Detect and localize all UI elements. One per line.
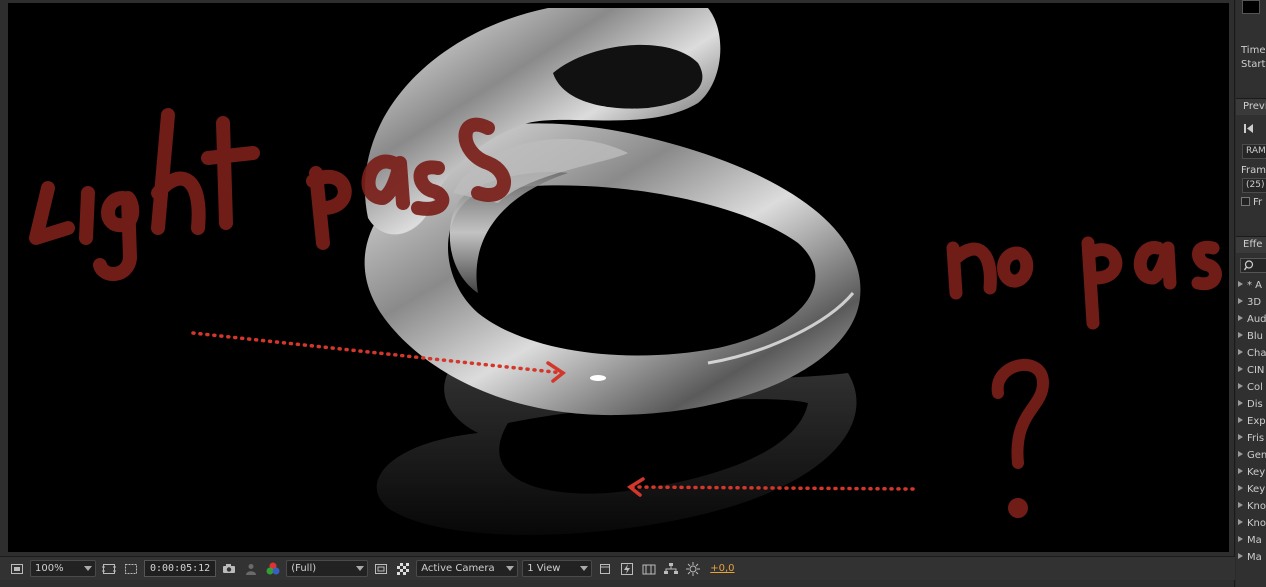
full-screen-option[interactable]: Fr	[1236, 196, 1266, 210]
first-frame-icon	[1244, 123, 1253, 133]
effects-search-field[interactable]	[1240, 258, 1266, 273]
expand-triangle-icon	[1238, 417, 1243, 423]
timeline-toggle-icon[interactable]	[640, 560, 658, 578]
color-swatch	[1242, 0, 1260, 14]
snapshot-camera-icon[interactable]	[220, 560, 238, 578]
expand-triangle-icon	[1238, 315, 1243, 321]
frame-rate-label: Fram	[1241, 165, 1266, 176]
effects-category-item[interactable]: Key	[1236, 464, 1266, 481]
expand-triangle-icon	[1238, 468, 1243, 474]
fast-previews-icon[interactable]	[618, 560, 636, 578]
frame-rate-field[interactable]: (25)	[1242, 178, 1266, 193]
effects-panel-title: Effe	[1236, 237, 1266, 253]
expand-triangle-icon	[1238, 434, 1243, 440]
effects-presets-panel: Effe * A 3D Aud Blu Cha CIN Col Dis Exp …	[1236, 236, 1266, 587]
magnification-dropdown[interactable]: 100%	[30, 560, 96, 577]
camera-view-value: Active Camera	[421, 563, 495, 574]
full-screen-label: Fr	[1253, 197, 1263, 208]
expand-triangle-icon	[1238, 383, 1243, 389]
effects-category-item[interactable]: CIN	[1236, 362, 1266, 379]
annotation-no-pass	[946, 236, 1222, 330]
current-time-display[interactable]: 0:00:05:12	[144, 560, 217, 577]
effects-category-item[interactable]: Dis	[1236, 396, 1266, 413]
info-time-label: Time	[1241, 45, 1266, 56]
first-frame-button[interactable]	[1236, 115, 1266, 141]
effects-category-item[interactable]: Key	[1236, 481, 1266, 498]
expand-triangle-icon	[1238, 366, 1243, 372]
resolution-value: (Full)	[291, 563, 317, 574]
channel-rgb-icon[interactable]	[264, 560, 282, 578]
effects-category-item[interactable]: Cha	[1236, 345, 1266, 362]
camera-view-dropdown[interactable]: Active Camera	[416, 560, 519, 577]
effects-category-item[interactable]: * A	[1236, 277, 1266, 294]
reset-exposure-icon[interactable]	[684, 560, 702, 578]
always-preview-icon[interactable]	[8, 560, 26, 578]
transparency-grid-icon[interactable]	[394, 560, 412, 578]
composition-viewport[interactable]	[8, 3, 1229, 552]
view-layout-dropdown[interactable]: 1 View	[522, 560, 593, 577]
mask-visibility-icon[interactable]	[122, 560, 140, 578]
effects-category-item[interactable]: Gen	[1236, 447, 1266, 464]
effects-category-item[interactable]: Aud	[1236, 311, 1266, 328]
magnification-value: 100%	[35, 563, 64, 574]
full-screen-checkbox[interactable]	[1241, 197, 1250, 206]
effects-category-list: * A 3D Aud Blu Cha CIN Col Dis Exp Fris …	[1236, 277, 1266, 566]
pixel-aspect-icon[interactable]	[596, 560, 614, 578]
expand-triangle-icon	[1238, 536, 1243, 542]
exposure-value[interactable]: +0,0	[710, 563, 734, 574]
expand-triangle-icon	[1238, 485, 1243, 491]
expand-triangle-icon	[1238, 502, 1243, 508]
expand-triangle-icon	[1238, 349, 1243, 355]
render-canvas	[29, 8, 1222, 535]
effects-category-item[interactable]: Ma	[1236, 549, 1266, 566]
effects-category-item[interactable]: Blu	[1236, 328, 1266, 345]
expand-triangle-icon	[1238, 553, 1243, 559]
flowchart-icon[interactable]	[662, 560, 680, 578]
view-layout-value: 1 View	[527, 563, 561, 574]
effects-category-item[interactable]: Ma	[1236, 532, 1266, 549]
expand-triangle-icon	[1238, 332, 1243, 338]
effects-category-item[interactable]: Exp	[1236, 413, 1266, 430]
effects-category-item[interactable]: Kno	[1236, 515, 1266, 532]
viewer-toolbar: 100% 0:00:05:12 (Full) Active Camera 1 V…	[0, 556, 1235, 580]
effects-category-item[interactable]: Col	[1236, 379, 1266, 396]
search-icon	[1244, 260, 1254, 271]
expand-triangle-icon	[1238, 281, 1243, 287]
preview-panel: Previ RAM Fram (25) Fr	[1236, 98, 1266, 232]
expand-triangle-icon	[1238, 400, 1243, 406]
annotation-question-mark	[991, 359, 1049, 518]
ram-preview-button[interactable]: RAM	[1242, 144, 1266, 159]
safe-areas-icon[interactable]	[100, 560, 118, 578]
composition-viewer: 100% 0:00:05:12 (Full) Active Camera 1 V…	[0, 0, 1235, 587]
expand-triangle-icon	[1238, 451, 1243, 457]
effects-category-item[interactable]: 3D	[1236, 294, 1266, 311]
expand-triangle-icon	[1238, 298, 1243, 304]
show-snapshot-icon[interactable]	[242, 560, 260, 578]
info-panel: Time Start	[1236, 0, 1266, 95]
resolution-dropdown[interactable]: (Full)	[286, 560, 369, 577]
right-panel: Time Start Previ RAM Fram (25) Fr Effe *…	[1236, 0, 1266, 587]
info-start-label: Start	[1241, 59, 1266, 70]
effects-category-item[interactable]: Kno	[1236, 498, 1266, 515]
region-of-interest-icon[interactable]	[372, 560, 390, 578]
preview-panel-title: Previ	[1236, 99, 1266, 115]
effects-category-item[interactable]: Fris	[1236, 430, 1266, 447]
expand-triangle-icon	[1238, 519, 1243, 525]
